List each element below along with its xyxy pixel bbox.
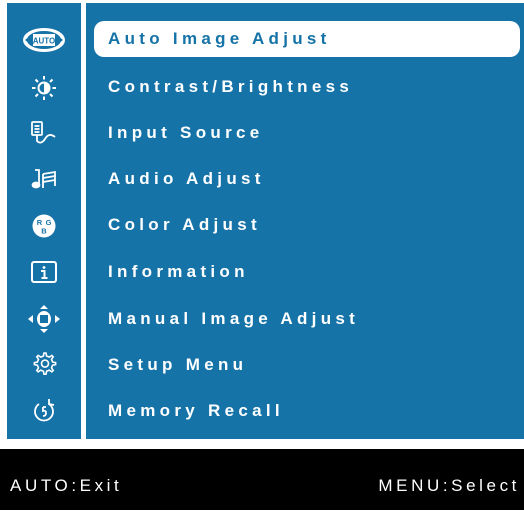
auto-badge-text: AUTO	[33, 37, 56, 46]
menu-item-manual-image-adjust[interactable]: Manual Image Adjust	[94, 301, 359, 337]
footer-bar: AUTO:Exit MENU:Select	[0, 449, 524, 510]
osd-menu: AUTO R G B Auto Image Adjust Contrast/Br…	[0, 0, 524, 510]
menu-item-memory-recall[interactable]: Memory Recall	[94, 393, 284, 429]
icon-column: AUTO R G B	[7, 3, 81, 439]
info-icon[interactable]	[19, 255, 69, 289]
menu-item-information[interactable]: Information	[94, 254, 249, 290]
menu-item-audio-adjust[interactable]: Audio Adjust	[94, 161, 265, 197]
auto-icon[interactable]: AUTO	[19, 23, 69, 57]
color-rgb-icon[interactable]: R G B	[19, 209, 69, 243]
exit-hint: AUTO:Exit	[10, 476, 123, 495]
brightness-icon[interactable]	[19, 71, 69, 105]
rgb-letter-b: B	[41, 227, 47, 236]
input-source-icon[interactable]	[19, 116, 69, 150]
select-hint: MENU:Select	[378, 476, 520, 495]
manual-adjust-icon[interactable]	[19, 302, 69, 336]
menu-item-color-adjust[interactable]: Color Adjust	[94, 207, 261, 243]
menu-item-input-source[interactable]: Input Source	[94, 115, 264, 151]
menu-list: Auto Image Adjust Contrast/Brightness In…	[86, 3, 524, 439]
gear-icon[interactable]	[19, 347, 69, 381]
menu-item-contrast-brightness[interactable]: Contrast/Brightness	[94, 69, 353, 105]
menu-panel: AUTO R G B Auto Image Adjust Contrast/Br…	[7, 3, 524, 439]
recall-icon[interactable]	[19, 394, 69, 428]
menu-item-auto-image-adjust[interactable]: Auto Image Adjust	[94, 21, 520, 57]
menu-item-setup-menu[interactable]: Setup Menu	[94, 347, 247, 383]
audio-icon[interactable]	[19, 163, 69, 197]
